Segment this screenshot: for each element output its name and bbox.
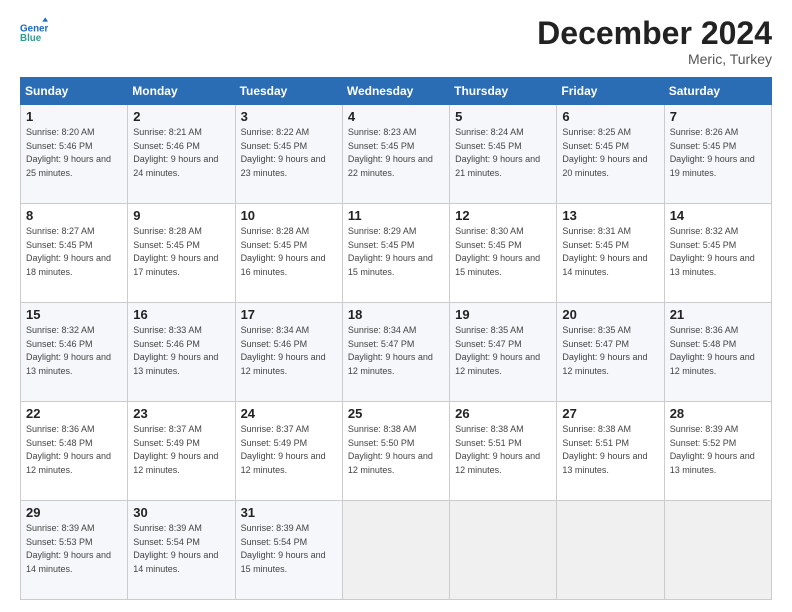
table-row: 13Sunrise: 8:31 AMSunset: 5:45 PMDayligh…: [557, 204, 664, 303]
month-title: December 2024: [537, 16, 772, 51]
col-thursday: Thursday: [450, 78, 557, 105]
table-row: 3Sunrise: 8:22 AMSunset: 5:45 PMDaylight…: [235, 105, 342, 204]
calendar-table: Sunday Monday Tuesday Wednesday Thursday…: [20, 77, 772, 600]
location: Meric, Turkey: [537, 51, 772, 67]
col-sunday: Sunday: [21, 78, 128, 105]
logo: General Blue: [20, 16, 48, 44]
col-friday: Friday: [557, 78, 664, 105]
table-row: 2Sunrise: 8:21 AMSunset: 5:46 PMDaylight…: [128, 105, 235, 204]
table-row: 4Sunrise: 8:23 AMSunset: 5:45 PMDaylight…: [342, 105, 449, 204]
table-row: 21Sunrise: 8:36 AMSunset: 5:48 PMDayligh…: [664, 303, 771, 402]
calendar-week-4: 22Sunrise: 8:36 AMSunset: 5:48 PMDayligh…: [21, 402, 772, 501]
calendar-week-3: 15Sunrise: 8:32 AMSunset: 5:46 PMDayligh…: [21, 303, 772, 402]
svg-text:Blue: Blue: [20, 33, 42, 44]
table-row: 1Sunrise: 8:20 AMSunset: 5:46 PMDaylight…: [21, 105, 128, 204]
table-row: [664, 501, 771, 600]
table-row: 24Sunrise: 8:37 AMSunset: 5:49 PMDayligh…: [235, 402, 342, 501]
title-block: December 2024 Meric, Turkey: [537, 16, 772, 67]
table-row: 18Sunrise: 8:34 AMSunset: 5:47 PMDayligh…: [342, 303, 449, 402]
table-row: 20Sunrise: 8:35 AMSunset: 5:47 PMDayligh…: [557, 303, 664, 402]
table-row: 19Sunrise: 8:35 AMSunset: 5:47 PMDayligh…: [450, 303, 557, 402]
page: General Blue December 2024 Meric, Turkey…: [0, 0, 792, 612]
logo-icon: General Blue: [20, 16, 48, 44]
calendar-header-row: Sunday Monday Tuesday Wednesday Thursday…: [21, 78, 772, 105]
col-tuesday: Tuesday: [235, 78, 342, 105]
table-row: 9Sunrise: 8:28 AMSunset: 5:45 PMDaylight…: [128, 204, 235, 303]
table-row: [450, 501, 557, 600]
col-wednesday: Wednesday: [342, 78, 449, 105]
table-row: 31Sunrise: 8:39 AMSunset: 5:54 PMDayligh…: [235, 501, 342, 600]
table-row: 6Sunrise: 8:25 AMSunset: 5:45 PMDaylight…: [557, 105, 664, 204]
table-row: 30Sunrise: 8:39 AMSunset: 5:54 PMDayligh…: [128, 501, 235, 600]
table-row: 22Sunrise: 8:36 AMSunset: 5:48 PMDayligh…: [21, 402, 128, 501]
table-row: 7Sunrise: 8:26 AMSunset: 5:45 PMDaylight…: [664, 105, 771, 204]
table-row: 8Sunrise: 8:27 AMSunset: 5:45 PMDaylight…: [21, 204, 128, 303]
table-row: 12Sunrise: 8:30 AMSunset: 5:45 PMDayligh…: [450, 204, 557, 303]
calendar-week-2: 8Sunrise: 8:27 AMSunset: 5:45 PMDaylight…: [21, 204, 772, 303]
table-row: 27Sunrise: 8:38 AMSunset: 5:51 PMDayligh…: [557, 402, 664, 501]
col-monday: Monday: [128, 78, 235, 105]
table-row: [557, 501, 664, 600]
table-row: 15Sunrise: 8:32 AMSunset: 5:46 PMDayligh…: [21, 303, 128, 402]
table-row: 16Sunrise: 8:33 AMSunset: 5:46 PMDayligh…: [128, 303, 235, 402]
table-row: 26Sunrise: 8:38 AMSunset: 5:51 PMDayligh…: [450, 402, 557, 501]
table-row: 25Sunrise: 8:38 AMSunset: 5:50 PMDayligh…: [342, 402, 449, 501]
header: General Blue December 2024 Meric, Turkey: [20, 16, 772, 67]
table-row: 17Sunrise: 8:34 AMSunset: 5:46 PMDayligh…: [235, 303, 342, 402]
table-row: 14Sunrise: 8:32 AMSunset: 5:45 PMDayligh…: [664, 204, 771, 303]
table-row: 28Sunrise: 8:39 AMSunset: 5:52 PMDayligh…: [664, 402, 771, 501]
table-row: 5Sunrise: 8:24 AMSunset: 5:45 PMDaylight…: [450, 105, 557, 204]
table-row: [342, 501, 449, 600]
table-row: 29Sunrise: 8:39 AMSunset: 5:53 PMDayligh…: [21, 501, 128, 600]
calendar-week-1: 1Sunrise: 8:20 AMSunset: 5:46 PMDaylight…: [21, 105, 772, 204]
table-row: 11Sunrise: 8:29 AMSunset: 5:45 PMDayligh…: [342, 204, 449, 303]
col-saturday: Saturday: [664, 78, 771, 105]
calendar-week-5: 29Sunrise: 8:39 AMSunset: 5:53 PMDayligh…: [21, 501, 772, 600]
table-row: 23Sunrise: 8:37 AMSunset: 5:49 PMDayligh…: [128, 402, 235, 501]
table-row: 10Sunrise: 8:28 AMSunset: 5:45 PMDayligh…: [235, 204, 342, 303]
